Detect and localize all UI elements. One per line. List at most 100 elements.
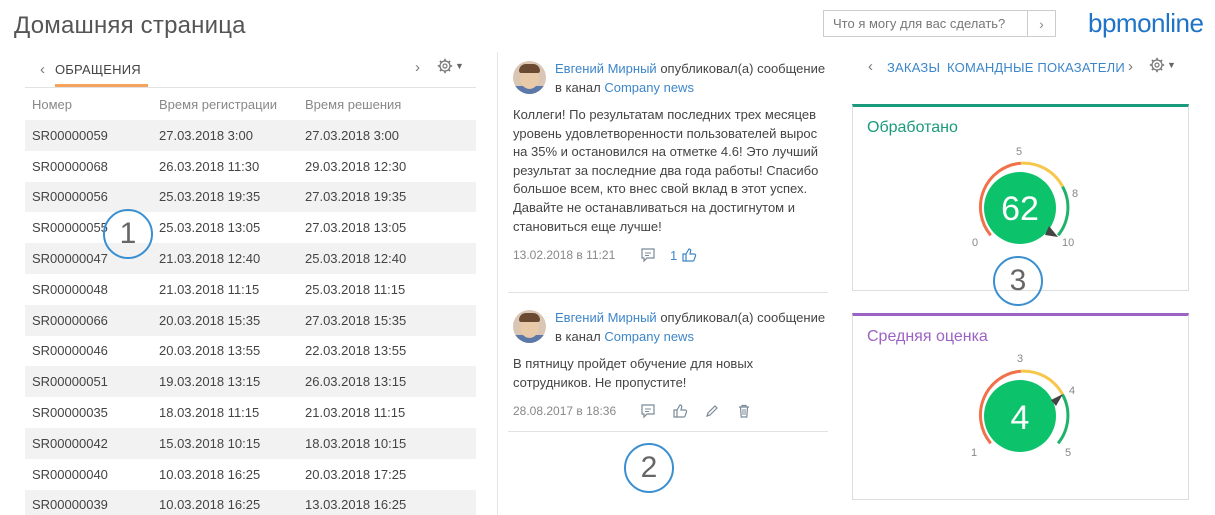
table-row[interactable]: SR00000059 27.03.2018 3:00 27.03.2018 3:00 [25,120,476,151]
cell-registered: 20.03.2018 15:35 [159,312,261,328]
post-text: Коллеги! По результатам последних трех м… [513,107,819,234]
author-link[interactable]: Евгений Мирный [555,310,657,325]
table-row[interactable]: SR00000035 18.03.2018 11:15 21.03.2018 11:… [25,397,476,428]
grid-header: Номер Время регистрации Время решения [25,88,476,120]
caret-down-icon: ▼ [455,61,464,71]
feed-post: Евгений Мирный опубликовал(а) сообщение … [508,52,828,293]
cell-solved: 13.03.2018 16:25 [305,497,407,513]
column-header-number[interactable]: Номер [25,97,159,112]
edit-icon[interactable] [702,402,722,420]
table-row[interactable]: SR00000042 15.03.2018 10:15 18.03.2018 10:… [25,427,476,459]
channel-link[interactable]: Company news [604,329,694,344]
table-row[interactable]: SR00000066 20.03.2018 15:35 27.03.2018 15:… [25,304,476,336]
cell-registered: 26.03.2018 11:30 [159,158,260,174]
gauge-tick-label: 0 [972,237,978,249]
cell-solved: 20.03.2018 17:25 [305,466,407,482]
gauge-chart: 4 1 3 4 5 [971,353,1075,459]
cell-solved: 27.03.2018 15:35 [305,312,407,328]
settings-menu-button[interactable]: ▼ [437,58,464,74]
cell-solved: 18.03.2018 10:15 [305,435,407,451]
column-header-solved[interactable]: Время решения [305,97,476,112]
chevron-left-icon[interactable]: ‹ [868,58,873,75]
avatar[interactable] [513,310,546,343]
table-row[interactable]: SR00000048 21.03.2018 11:15 25.03.2018 11:… [25,274,476,305]
search-input[interactable] [824,11,1019,36]
gauge-tick-label: 10 [1062,237,1074,249]
cell-solved: 27.03.2018 13:05 [305,220,407,236]
callout-marker: 2 [624,443,674,493]
settings-menu-button[interactable]: ▼ [1149,57,1176,73]
tab-orders[interactable]: ЗАКАЗЫ [887,60,940,75]
page-title: Домашняя страница [14,12,246,39]
column-header-registered[interactable]: Время регистрации [159,97,305,112]
cell-solved: 21.03.2018 11:15 [305,405,406,421]
cell-number: SR00000042 [32,435,108,451]
cell-registered: 19.03.2018 13:15 [159,374,261,390]
cell-registered: 25.03.2018 13:05 [159,220,261,236]
post-text: В пятницу пройдет обучение для новых сот… [513,356,754,390]
cell-solved: 22.03.2018 13:55 [305,343,407,359]
gauge-value: 62 [1001,190,1039,228]
caret-down-icon: ▼ [1167,60,1176,70]
cell-solved: 29.03.2018 12:30 [305,158,407,174]
callout-marker: 1 [103,209,153,259]
cell-number: SR00000051 [32,374,108,390]
gauge-tick-label: 3 [1017,353,1023,365]
panel-divider [497,52,498,515]
gauge-arc-high [1056,185,1070,237]
feed-panel: Евгений Мирный опубликовал(а) сообщение … [508,52,828,432]
cell-solved: 25.03.2018 11:15 [305,281,406,297]
tab-cases[interactable]: ОБРАЩЕНИЯ [55,62,141,77]
dashboard-tabbar: ‹ ЗАКАЗЫ КОМАНДНЫЕ ПОКАЗАТЕЛИ › ▼ [866,57,1186,78]
table-row[interactable]: SR00000056 25.03.2018 19:35 27.03.2018 19:… [25,181,476,213]
cell-registered: 10.03.2018 16:25 [159,497,261,513]
like-count: 1 [670,247,678,263]
table-row[interactable]: SR00000047 21.03.2018 12:40 25.03.2018 12:… [25,243,476,274]
comment-icon[interactable] [638,246,658,264]
cell-registered: 20.03.2018 13:55 [159,343,261,359]
table-row[interactable]: SR00000051 19.03.2018 13:15 26.03.2018 13:… [25,366,476,398]
gauge-arc-high [1056,393,1070,445]
logo: bpmonline [1088,8,1204,38]
table-row[interactable]: SR00000046 20.03.2018 13:55 22.03.2018 13:… [25,336,476,367]
delete-icon[interactable] [734,402,754,420]
cell-solved: 25.03.2018 12:40 [305,251,407,267]
gauge-tick-label: 5 [1065,447,1071,459]
tab-active-indicator [55,84,148,87]
table-row[interactable]: SR00000068 26.03.2018 11:30 29.03.2018 12:… [25,151,476,182]
table-row[interactable]: SR00000040 10.03.2018 16:25 20.03.2018 17:… [25,459,476,490]
cell-number: SR00000068 [32,158,108,174]
cell-number: SR00000035 [32,405,108,421]
cell-registered: 25.03.2018 19:35 [159,189,261,205]
search-box[interactable]: › [823,10,1056,37]
tab-team-metrics[interactable]: КОМАНДНЫЕ ПОКАЗАТЕЛИ [947,60,1125,75]
comment-icon[interactable] [638,402,658,420]
callout-marker: 3 [993,256,1043,306]
search-go-icon[interactable]: › [1027,11,1055,36]
table-row[interactable]: SR00000039 10.03.2018 16:25 13.03.2018 16:… [25,489,476,515]
cell-number: SR00000040 [32,466,108,482]
post-meta: 13.02.2018 в 11:21 1 [508,240,828,270]
cases-tabbar: ‹ ОБРАЩЕНИЯ › ▼ [25,52,476,88]
like-icon[interactable] [670,402,690,420]
cell-solved: 27.03.2018 19:35 [305,189,407,205]
feed-post: Евгений Мирный опубликовал(а) сообщение … [508,293,828,432]
channel-link[interactable]: Company news [604,80,694,95]
post-header: Евгений Мирный опубликовал(а) сообщение … [508,52,828,97]
author-link[interactable]: Евгений Мирный [555,61,657,76]
chevron-right-icon[interactable]: › [415,59,420,76]
widget-avg-rating[interactable]: Средняя оценка 4 1 3 4 5 [852,313,1189,500]
post-date: 28.08.2017 в 18:36 [513,404,617,419]
cell-number: SR00000059 [32,127,108,143]
chevron-left-icon[interactable]: ‹ [40,61,45,78]
post-header: Евгений Мирный опубликовал(а) сообщение … [508,293,828,346]
chevron-right-icon[interactable]: › [1128,58,1133,75]
gear-icon [437,58,453,74]
gauge-value: 4 [1011,399,1030,437]
gauge-tick-label: 5 [1016,146,1022,158]
avatar[interactable] [513,61,546,94]
cell-number: SR00000066 [32,312,108,328]
cell-number: SR00000056 [32,189,108,205]
table-row[interactable]: SR00000055 25.03.2018 13:05 27.03.2018 13:… [25,212,476,243]
like-icon[interactable] [679,246,699,264]
